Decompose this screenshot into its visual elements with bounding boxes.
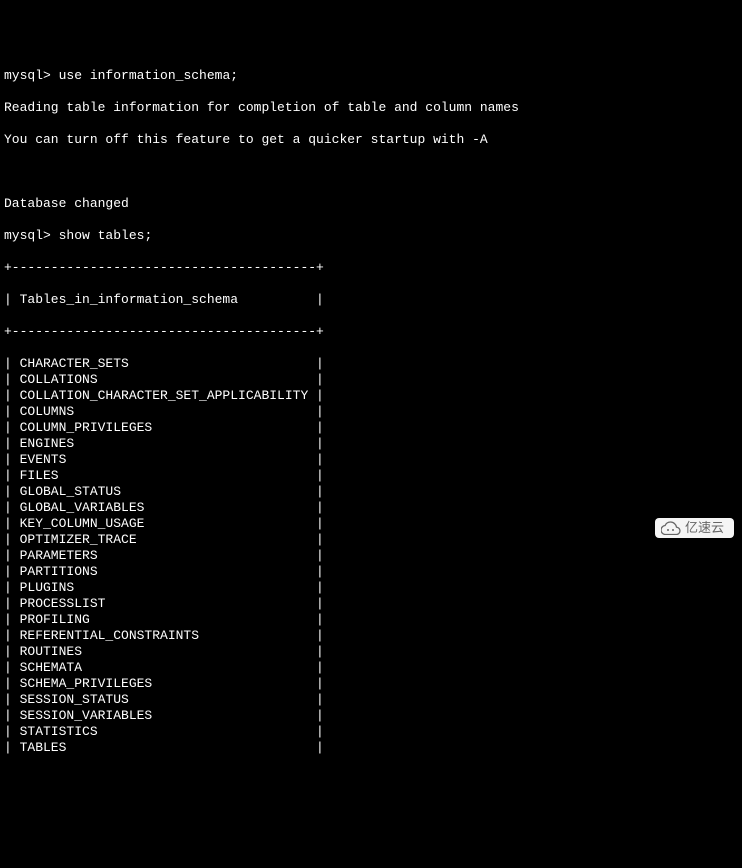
table-row: | CHARACTER_SETS | [4,356,738,372]
terminal-line: mysql> show tables; [4,228,738,244]
table-row: | EVENTS | [4,452,738,468]
table-row: | STATISTICS | [4,724,738,740]
watermark-text: 亿速云 [685,520,724,536]
table-row: | PROFILING | [4,612,738,628]
table-row: | SESSION_VARIABLES | [4,708,738,724]
table-row: | ENGINES | [4,436,738,452]
table-row: | PLUGINS | [4,580,738,596]
watermark: 亿速云 [655,518,734,538]
table-row: | GLOBAL_VARIABLES | [4,500,738,516]
table-row: | SCHEMATA | [4,660,738,676]
terminal-line: mysql> use information_schema; [4,68,738,84]
table-row: | COLLATION_CHARACTER_SET_APPLICABILITY … [4,388,738,404]
command-use-db: use information_schema; [59,68,238,83]
table-row: | FILES | [4,468,738,484]
mysql-prompt: mysql> [4,228,51,243]
table-row: | GLOBAL_STATUS | [4,484,738,500]
message-turnoff: You can turn off this feature to get a q… [4,132,738,148]
blank-line [4,164,738,180]
table-row: | PROCESSLIST | [4,596,738,612]
table-border-mid: +---------------------------------------… [4,324,738,340]
table-row: | KEY_COLUMN_USAGE | [4,516,738,532]
cloud-icon [661,521,681,535]
table-row: | TABLES | [4,740,738,756]
table-row: | ROUTINES | [4,644,738,660]
mysql-prompt: mysql> [4,68,51,83]
table-header-row: | Tables_in_information_schema | [4,292,738,308]
message-reading: Reading table information for completion… [4,100,738,116]
table-row: | SESSION_STATUS | [4,692,738,708]
table-row: | PARTITIONS | [4,564,738,580]
table-row: | PARAMETERS | [4,548,738,564]
table-border-top: +---------------------------------------… [4,260,738,276]
table-row: | COLLATIONS | [4,372,738,388]
command-show-tables: show tables; [59,228,153,243]
table-row: | SCHEMA_PRIVILEGES | [4,676,738,692]
table-row: | REFERENTIAL_CONSTRAINTS | [4,628,738,644]
message-changed: Database changed [4,196,738,212]
table-row: | COLUMN_PRIVILEGES | [4,420,738,436]
table-row: | COLUMNS | [4,404,738,420]
